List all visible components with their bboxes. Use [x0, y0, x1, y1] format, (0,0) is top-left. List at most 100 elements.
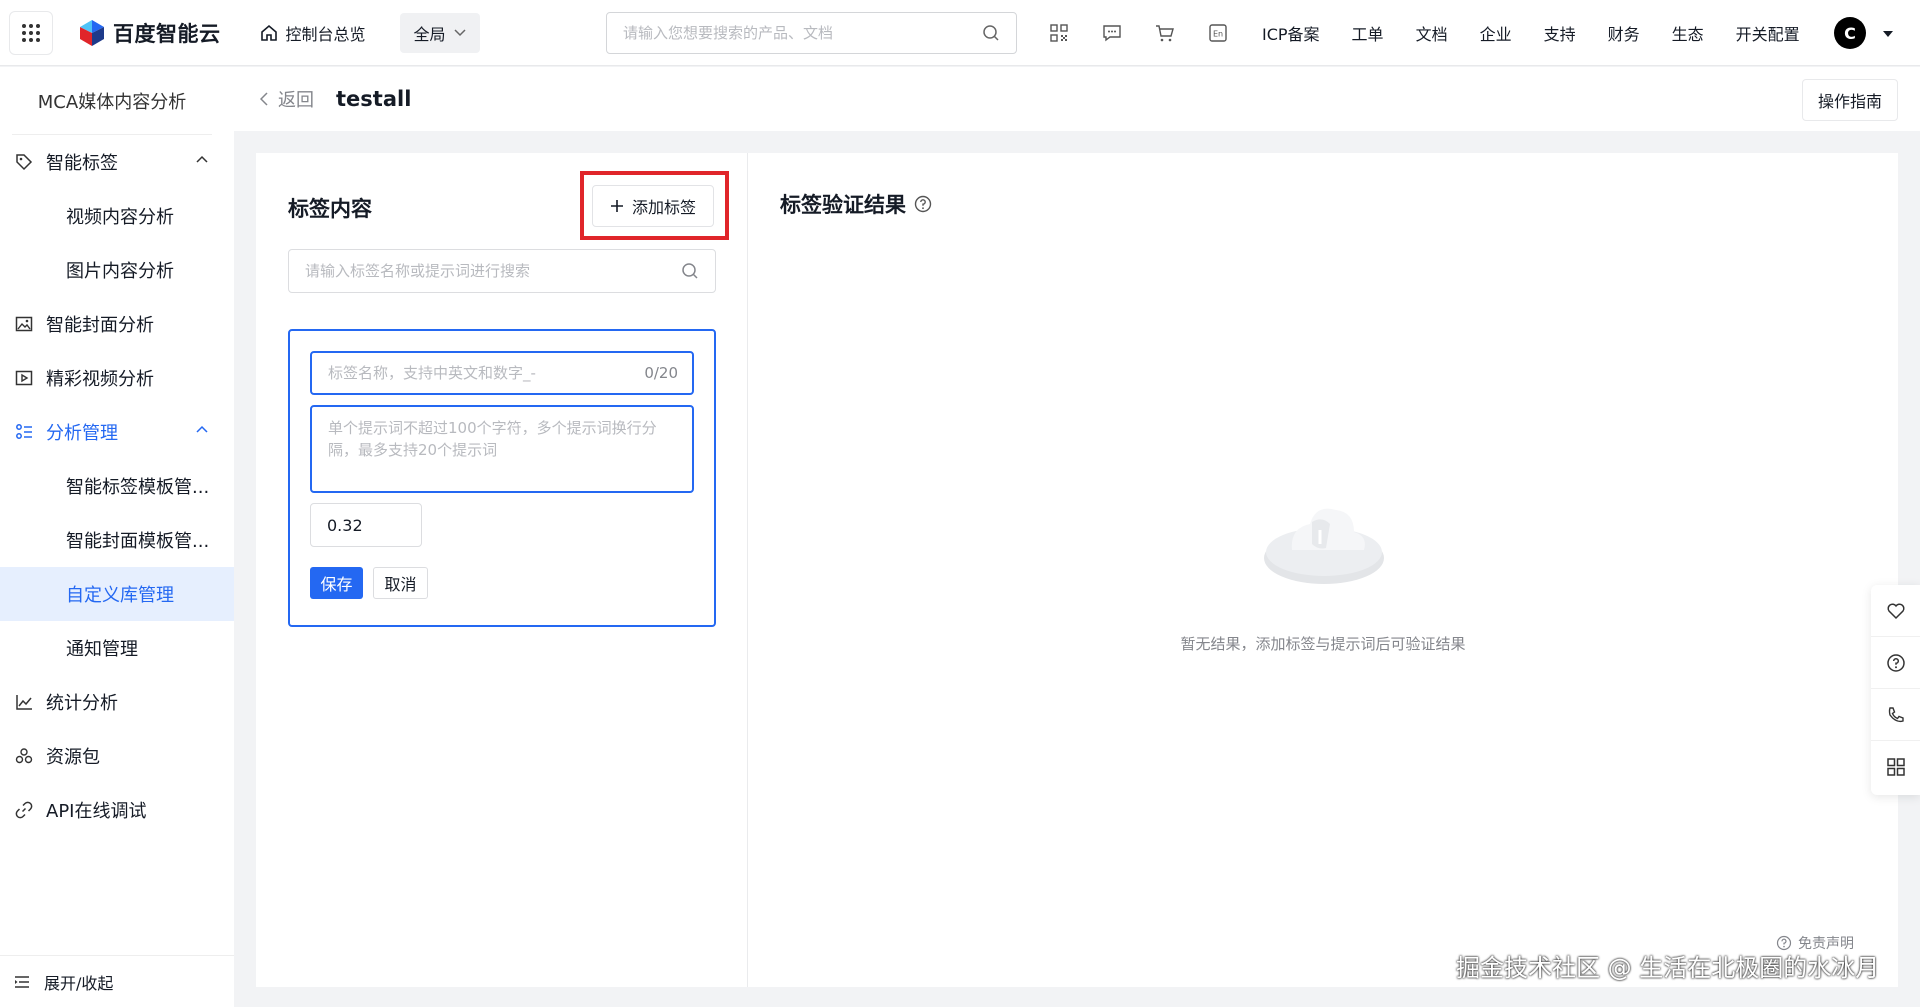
collapse-label: 展开/收起	[44, 973, 114, 993]
console-overview-link[interactable]: 控制台总览	[260, 21, 366, 45]
sidebar-item-resource-package[interactable]: 资源包	[0, 729, 234, 783]
prompt-textarea[interactable]	[328, 417, 676, 481]
sidebar-item-cover-template[interactable]: 智能封面模板管...	[0, 513, 234, 567]
chevron-left-icon	[260, 92, 268, 106]
sidebar-item-smart-tag[interactable]: 智能标签	[0, 135, 234, 189]
tag-content-title: 标签内容	[288, 197, 372, 221]
sidebar-item-statistics[interactable]: 统计分析	[0, 675, 234, 729]
sidebar-item-highlight-video[interactable]: 精彩视频分析	[0, 351, 234, 405]
tag-search[interactable]	[288, 249, 716, 293]
package-icon	[14, 746, 34, 766]
top-bar: 百度智能云 控制台总览 全局 En ICP备案 工单 文档 企业 支持 财务 生…	[0, 0, 1920, 66]
threshold-input[interactable]: 0.32	[310, 503, 422, 547]
floating-toolbar	[1871, 585, 1920, 795]
sidebar-item-tag-template[interactable]: 智能标签模板管...	[0, 459, 234, 513]
sidebar: MCA媒体内容分析 智能标签 视频内容分析 图片内容分析 智能封面分析 精彩视频…	[0, 67, 234, 1007]
nav-icp[interactable]: ICP备案	[1262, 21, 1320, 45]
empty-state-text: 暂无结果，添加标签与提示词后可验证结果	[1180, 635, 1466, 653]
result-title-text: 标签验证结果	[780, 193, 906, 217]
sidebar-item-label: 资源包	[46, 747, 100, 768]
sidebar-item-analysis-management[interactable]: 分析管理	[0, 405, 234, 459]
prompt-field[interactable]	[310, 405, 694, 493]
sidebar-item-label: 精彩视频分析	[46, 369, 154, 390]
save-button[interactable]: 保存	[310, 567, 363, 599]
tag-search-input[interactable]	[305, 262, 681, 280]
top-icon-group: En	[1048, 22, 1260, 44]
watermark: 掘金技术社区 @ 生活在北极圈的水冰月	[1456, 954, 1880, 982]
sidebar-item-label: 智能封面分析	[46, 315, 154, 336]
sidebar-item-custom-library[interactable]: 自定义库管理	[0, 567, 234, 621]
link-icon	[14, 800, 34, 820]
sidebar-item-label: 统计分析	[46, 693, 118, 714]
sidebar-item-video-analysis[interactable]: 视频内容分析	[0, 189, 234, 243]
region-select[interactable]: 全局	[399, 12, 480, 53]
sidebar-item-label: 智能标签	[46, 153, 118, 174]
favorite-icon[interactable]	[1871, 585, 1920, 637]
image-icon	[14, 314, 34, 334]
phone-icon[interactable]	[1871, 689, 1920, 741]
add-tag-button[interactable]: 添加标签	[592, 185, 714, 227]
search-icon[interactable]	[982, 24, 1000, 42]
grid-icon	[22, 23, 40, 42]
sidebar-item-api-debug[interactable]: API在线调试	[0, 783, 234, 837]
logo-icon	[80, 19, 104, 46]
global-search-input[interactable]	[623, 24, 982, 42]
sidebar-item-label: API在线调试	[46, 801, 147, 822]
tag-name-field[interactable]: 0/20	[310, 351, 694, 395]
tag-name-input[interactable]	[328, 364, 645, 382]
language-icon[interactable]: En	[1207, 22, 1229, 44]
global-search[interactable]	[606, 12, 1017, 54]
home-icon	[260, 24, 277, 41]
baidu-cloud-logo[interactable]: 百度智能云	[79, 18, 221, 48]
svg-text:En: En	[1213, 30, 1223, 39]
page-title: testall	[336, 87, 412, 111]
nav-ecosystem[interactable]: 生态	[1672, 21, 1704, 45]
logo-text: 百度智能云	[113, 21, 221, 46]
plus-icon	[610, 200, 623, 212]
main-panel: 标签内容 添加标签 0/20 0.32 保存 取消 标签验证结果	[256, 153, 1898, 987]
video-icon	[14, 368, 34, 388]
chevron-down-icon	[453, 28, 466, 36]
region-label: 全局	[413, 24, 446, 44]
tag-name-counter: 0/20	[644, 364, 678, 382]
qrcode-icon[interactable]	[1048, 22, 1070, 44]
result-title: 标签验证结果	[780, 189, 932, 219]
sidebar-collapse-toggle[interactable]: 展开/收起	[0, 955, 234, 1007]
app-menu-button[interactable]	[9, 10, 53, 55]
chevron-up-icon	[196, 425, 208, 433]
page-header: 返回 testall 操作指南	[234, 67, 1920, 131]
top-nav: ICP备案 工单 文档 企业 支持 财务 生态 开关配置	[1262, 0, 1832, 66]
caret-down-icon[interactable]	[1882, 30, 1894, 38]
add-tag-label: 添加标签	[631, 198, 696, 217]
nav-docs[interactable]: 文档	[1416, 21, 1448, 45]
help-icon[interactable]	[914, 195, 932, 213]
chevron-up-icon	[196, 155, 208, 163]
sidebar-item-cover-analysis[interactable]: 智能封面分析	[0, 297, 234, 351]
chart-icon	[14, 692, 34, 712]
operation-guide-button[interactable]: 操作指南	[1802, 79, 1898, 121]
message-icon[interactable]	[1101, 22, 1123, 44]
nav-enterprise[interactable]: 企业	[1480, 21, 1512, 45]
empty-state-illustration	[1264, 508, 1384, 584]
tag-edit-card: 0/20 0.32 保存 取消	[288, 329, 716, 627]
cart-icon[interactable]	[1154, 22, 1176, 44]
nav-switch-config[interactable]: 开关配置	[1736, 21, 1800, 45]
manage-icon	[14, 422, 34, 442]
sidebar-item-notification[interactable]: 通知管理	[0, 621, 234, 675]
back-button[interactable]: 返回	[260, 86, 314, 112]
sidebar-title: MCA媒体内容分析	[12, 67, 212, 135]
help-icon[interactable]	[1871, 637, 1920, 689]
nav-support[interactable]: 支持	[1544, 21, 1576, 45]
sidebar-item-label: 分析管理	[46, 423, 118, 444]
sidebar-item-image-analysis[interactable]: 图片内容分析	[0, 243, 234, 297]
nav-ticket[interactable]: 工单	[1352, 21, 1384, 45]
apps-icon[interactable]	[1871, 741, 1920, 793]
search-icon[interactable]	[681, 262, 699, 280]
cancel-button[interactable]: 取消	[373, 567, 428, 599]
console-label: 控制台总览	[285, 24, 366, 44]
back-label: 返回	[278, 90, 314, 111]
avatar[interactable]: C	[1834, 17, 1866, 49]
tag-content-pane: 标签内容 添加标签 0/20 0.32 保存 取消	[256, 153, 748, 987]
collapse-menu-icon	[15, 975, 29, 988]
nav-finance[interactable]: 财务	[1608, 21, 1640, 45]
